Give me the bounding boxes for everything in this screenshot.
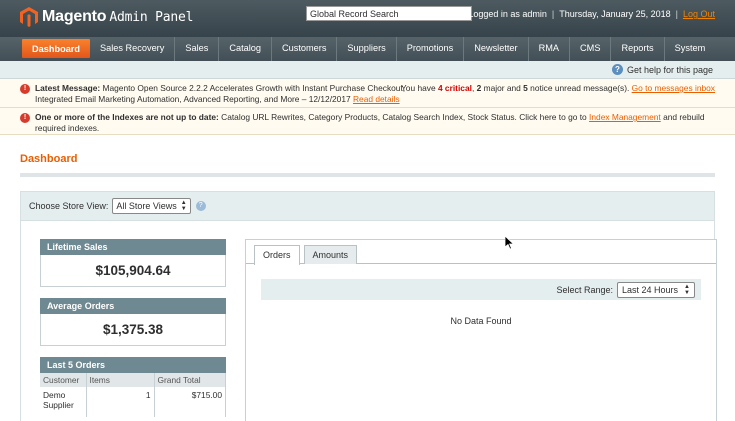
- logout-link[interactable]: Log Out: [683, 9, 715, 19]
- chart-tabs-panel: Orders Amounts Select Range: Last 24 Hou…: [245, 239, 717, 421]
- col-grand-total[interactable]: Grand Total: [154, 373, 226, 387]
- range-select[interactable]: Last 24 Hours ▲ ▼: [617, 281, 695, 298]
- order-items: 1: [86, 387, 155, 417]
- order-customer: Demo Supplier: [40, 387, 87, 417]
- range-bar: Select Range: Last 24 Hours ▲ ▼: [261, 279, 701, 300]
- index-management-link[interactable]: Index Management: [589, 112, 661, 122]
- global-search-input[interactable]: [306, 6, 472, 21]
- lifetime-sales-label: Lifetime Sales: [40, 239, 226, 255]
- average-orders-value: $1,375.38: [40, 314, 226, 346]
- index-message: One or more of the Indexes are not up to…: [35, 112, 715, 134]
- latest-message-text-2: Integrated Email Marketing Automation, A…: [35, 94, 351, 104]
- table-header-row: Customer Items Grand Total: [40, 373, 226, 387]
- chart-tabs: Orders Amounts: [254, 245, 358, 265]
- nav-catalog[interactable]: Catalog: [219, 37, 272, 61]
- current-date: Thursday, January 25, 2018: [559, 9, 671, 19]
- read-details-link[interactable]: Read details: [353, 94, 400, 104]
- page-title: Dashboard: [20, 153, 715, 177]
- help-link[interactable]: ? Get help for this page: [611, 64, 713, 75]
- sub-nav: ? Get help for this page: [0, 61, 735, 79]
- admin-header: MagentoAdmin Panel Logged in as admin | …: [0, 0, 735, 37]
- store-view-value: All Store Views: [116, 201, 177, 211]
- mouse-cursor-icon: [505, 236, 515, 250]
- separator: |: [551, 9, 555, 19]
- nav-dashboard[interactable]: Dashboard: [22, 39, 90, 58]
- logged-in-text: Logged in as admin: [468, 9, 547, 19]
- tab-amounts[interactable]: Amounts: [303, 245, 358, 264]
- last-orders-table: Customer Items Grand Total Demo Supplier…: [40, 373, 226, 417]
- notice-count: 5: [523, 83, 528, 93]
- major-count: 2: [476, 83, 482, 93]
- select-arrow-icon: ▲ ▼: [180, 200, 187, 212]
- you-have-text: You have: [400, 83, 436, 93]
- magento-logo[interactable]: Magento Admin Panel: [20, 7, 193, 27]
- last-orders-box: Last 5 Orders Customer Items Grand Total…: [40, 357, 226, 417]
- major-text: major and: [483, 83, 521, 93]
- notice-text: notice unread message(s).: [530, 83, 630, 93]
- nav-sales[interactable]: Sales: [175, 37, 220, 61]
- store-view-label: Choose Store View:: [29, 201, 109, 211]
- critical-count: 4 critical: [437, 83, 472, 93]
- tab-orders[interactable]: Orders: [254, 245, 300, 265]
- index-message-bar: ! One or more of the Indexes are not up …: [0, 108, 735, 135]
- brand-name: Magento Admin Panel: [42, 8, 194, 25]
- table-row[interactable]: Demo Supplier 1 $715.00: [40, 387, 226, 417]
- range-label: Select Range:: [556, 284, 614, 295]
- no-data-message: No Data Found: [450, 316, 512, 326]
- lifetime-sales-value: $105,904.64: [40, 255, 226, 287]
- index-message-label: One or more of the Indexes are not up to…: [35, 112, 219, 122]
- lifetime-sales-box: Lifetime Sales $105,904.64: [40, 239, 226, 287]
- average-orders-label: Average Orders: [40, 298, 226, 314]
- nav-newsletter[interactable]: Newsletter: [464, 37, 529, 61]
- index-message-text-2: and rebuild: [663, 112, 705, 122]
- select-arrow-icon: ▲ ▼: [684, 283, 690, 296]
- col-customer[interactable]: Customer: [40, 373, 87, 387]
- latest-message-label: Latest Message:: [35, 83, 101, 93]
- store-view-bar: Choose Store View: All Store Views ▲ ▼ ?: [20, 191, 715, 221]
- index-message-text: Catalog URL Rewrites, Category Products,…: [221, 112, 587, 122]
- latest-message-bar: ! Latest Message: Magento Open Source 2.…: [0, 79, 735, 108]
- latest-message-text: Magento Open Source 2.2.2 Accelerates Gr…: [102, 83, 406, 93]
- messages-inbox-link[interactable]: Go to messages inbox: [632, 83, 715, 93]
- help-icon[interactable]: ?: [195, 201, 206, 211]
- help-text: Get help for this page: [626, 64, 713, 75]
- index-message-text-3: required indexes.: [35, 123, 100, 133]
- main-content: Dashboard Choose Store View: All Store V…: [0, 153, 735, 421]
- main-nav: Dashboard Sales Recovery Sales Catalog C…: [0, 37, 735, 61]
- error-icon: !: [20, 84, 30, 94]
- nav-system[interactable]: System: [665, 37, 716, 61]
- header-user-info: Logged in as admin | Thursday, January 2…: [468, 9, 715, 19]
- unread-messages-summary: You have 4 critical, 2 major and 5 notic…: [400, 83, 715, 93]
- help-icon: ?: [611, 64, 623, 75]
- nav-rma[interactable]: RMA: [529, 37, 571, 61]
- nav-customers[interactable]: Customers: [272, 37, 338, 61]
- last-orders-label: Last 5 Orders: [40, 357, 226, 373]
- col-items[interactable]: Items: [86, 373, 155, 387]
- nav-cms[interactable]: CMS: [570, 37, 612, 61]
- nav-promotions[interactable]: Promotions: [397, 37, 465, 61]
- separator: |: [675, 9, 678, 19]
- range-value: Last 24 Hours: [622, 284, 679, 295]
- nav-suppliers[interactable]: Suppliers: [337, 37, 397, 61]
- error-icon: !: [20, 113, 30, 123]
- order-total: $715.00: [154, 387, 226, 417]
- dashboard-panels: Lifetime Sales $105,904.64 Average Order…: [20, 221, 717, 421]
- average-orders-box: Average Orders $1,375.38: [40, 298, 226, 346]
- store-view-select[interactable]: All Store Views ▲ ▼: [112, 198, 191, 214]
- magento-logo-icon: [20, 7, 38, 27]
- nav-sales-recovery[interactable]: Sales Recovery: [90, 37, 176, 61]
- nav-reports[interactable]: Reports: [611, 37, 665, 61]
